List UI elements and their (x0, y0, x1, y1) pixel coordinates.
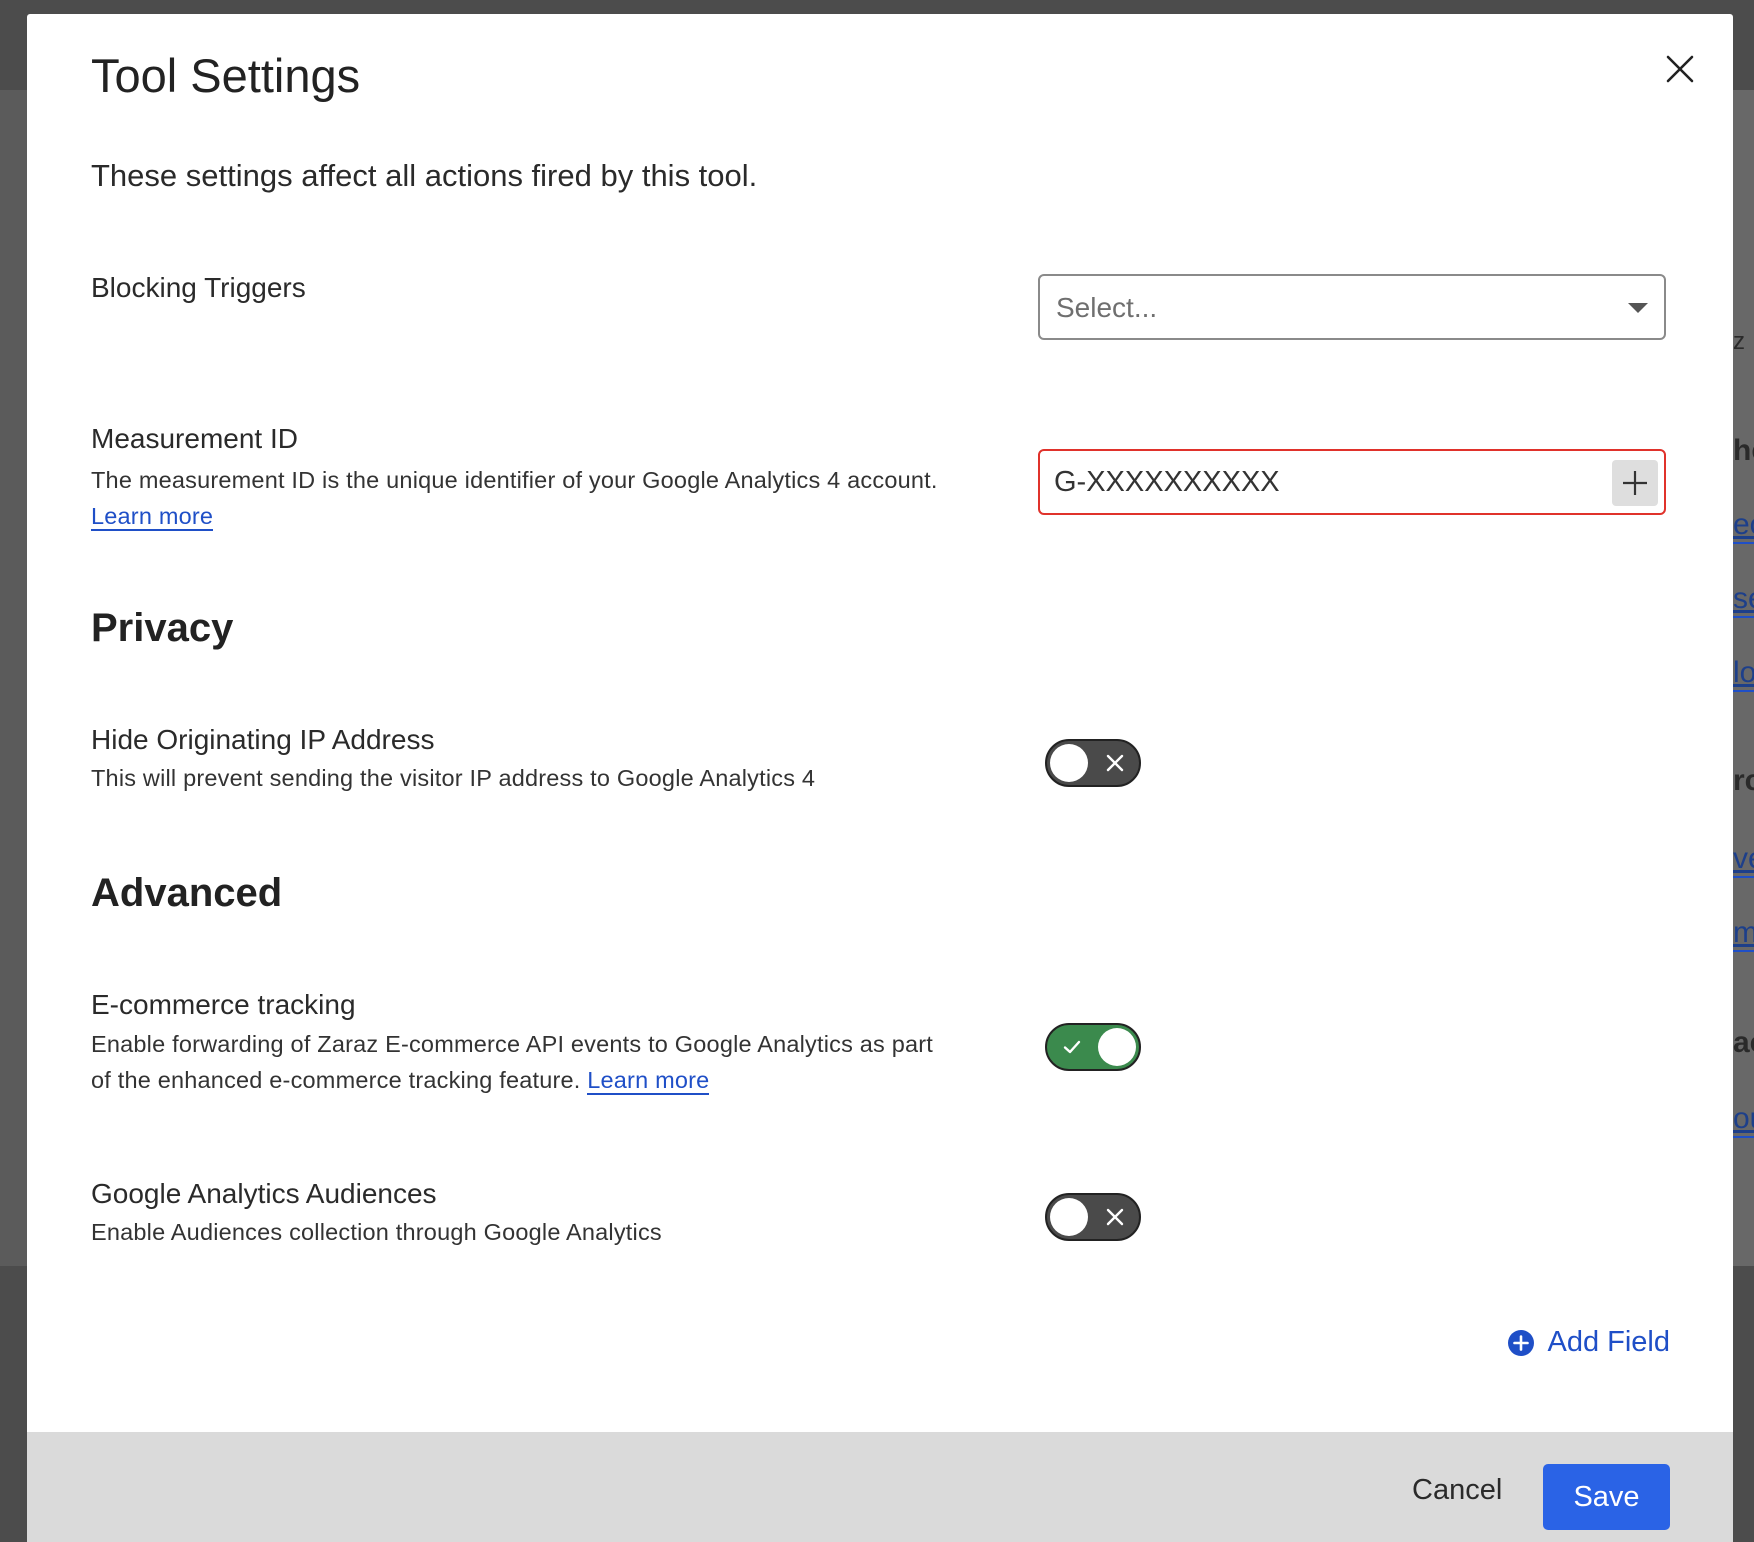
check-icon (1063, 1040, 1081, 1054)
background-text-fragment: he (1733, 434, 1754, 467)
background-text-fragment: rc (1733, 764, 1754, 797)
modal-footer: Cancel Save (27, 1432, 1733, 1542)
caret-down-icon (1628, 303, 1648, 313)
blocking-triggers-label: Blocking Triggers (91, 272, 306, 303)
ecommerce-description-line1: Enable forwarding of Zaraz E-commerce AP… (91, 1031, 934, 1057)
measurement-id-input[interactable] (1054, 461, 1594, 503)
tool-settings-modal: Tool Settings These settings affect all … (27, 14, 1733, 1542)
blocking-triggers-placeholder: Select... (1056, 292, 1158, 323)
x-icon (1106, 1208, 1124, 1226)
plus-circle-icon (1508, 1329, 1535, 1356)
toggle-knob (1050, 1198, 1088, 1236)
modal-title: Tool Settings (91, 49, 361, 102)
background-link-fragment: lo (1733, 656, 1754, 692)
cancel-button[interactable]: Cancel (1412, 1474, 1502, 1507)
background-link-fragment: ec (1733, 508, 1754, 544)
close-button[interactable] (1657, 46, 1703, 92)
background-link-fragment: ou (1733, 1102, 1754, 1138)
plus-icon (1623, 471, 1647, 495)
measurement-id-add-button[interactable] (1612, 460, 1658, 506)
ecommerce-tracking-label: E-commerce tracking (91, 989, 356, 1020)
background-link-fragment: m (1733, 916, 1754, 952)
measurement-id-description-text: The measurement ID is the unique identif… (91, 467, 938, 493)
ecommerce-tracking-description: Enable forwarding of Zaraz E-commerce AP… (91, 1026, 1031, 1098)
close-icon (1666, 55, 1694, 83)
add-field-label: Add Field (1547, 1326, 1670, 1358)
ecommerce-learn-more-link[interactable]: Learn more (587, 1067, 710, 1095)
hide-ip-toggle[interactable] (1045, 739, 1141, 787)
measurement-id-field (1038, 449, 1666, 515)
ecommerce-tracking-toggle[interactable] (1045, 1023, 1141, 1071)
background-link-fragment: ve (1733, 842, 1754, 878)
toggle-knob (1050, 744, 1088, 782)
blocking-triggers-select[interactable]: Select... (1038, 274, 1666, 340)
background-link-fragment: se (1733, 582, 1754, 618)
privacy-heading: Privacy (91, 606, 234, 650)
modal-intro: These settings affect all actions fired … (91, 158, 758, 193)
measurement-id-learn-more-link[interactable]: Learn more (91, 503, 214, 531)
toggle-knob (1098, 1028, 1136, 1066)
measurement-id-description: The measurement ID is the unique identif… (91, 462, 1031, 534)
x-icon (1106, 754, 1124, 772)
add-field-button[interactable]: Add Field (1508, 1326, 1670, 1359)
ecommerce-description-line2: of the enhanced e-commerce tracking feat… (91, 1067, 581, 1093)
background-text-fragment: ac (1733, 1026, 1754, 1059)
background-text-fragment: z (1733, 328, 1745, 355)
audiences-description: Enable Audiences collection through Goog… (91, 1219, 662, 1245)
advanced-heading: Advanced (91, 871, 283, 915)
audiences-label: Google Analytics Audiences (91, 1178, 437, 1209)
save-button[interactable]: Save (1543, 1464, 1670, 1530)
hide-ip-description: This will prevent sending the visitor IP… (91, 765, 816, 791)
audiences-toggle[interactable] (1045, 1193, 1141, 1241)
measurement-id-label: Measurement ID (91, 423, 298, 454)
hide-ip-label: Hide Originating IP Address (91, 724, 435, 755)
